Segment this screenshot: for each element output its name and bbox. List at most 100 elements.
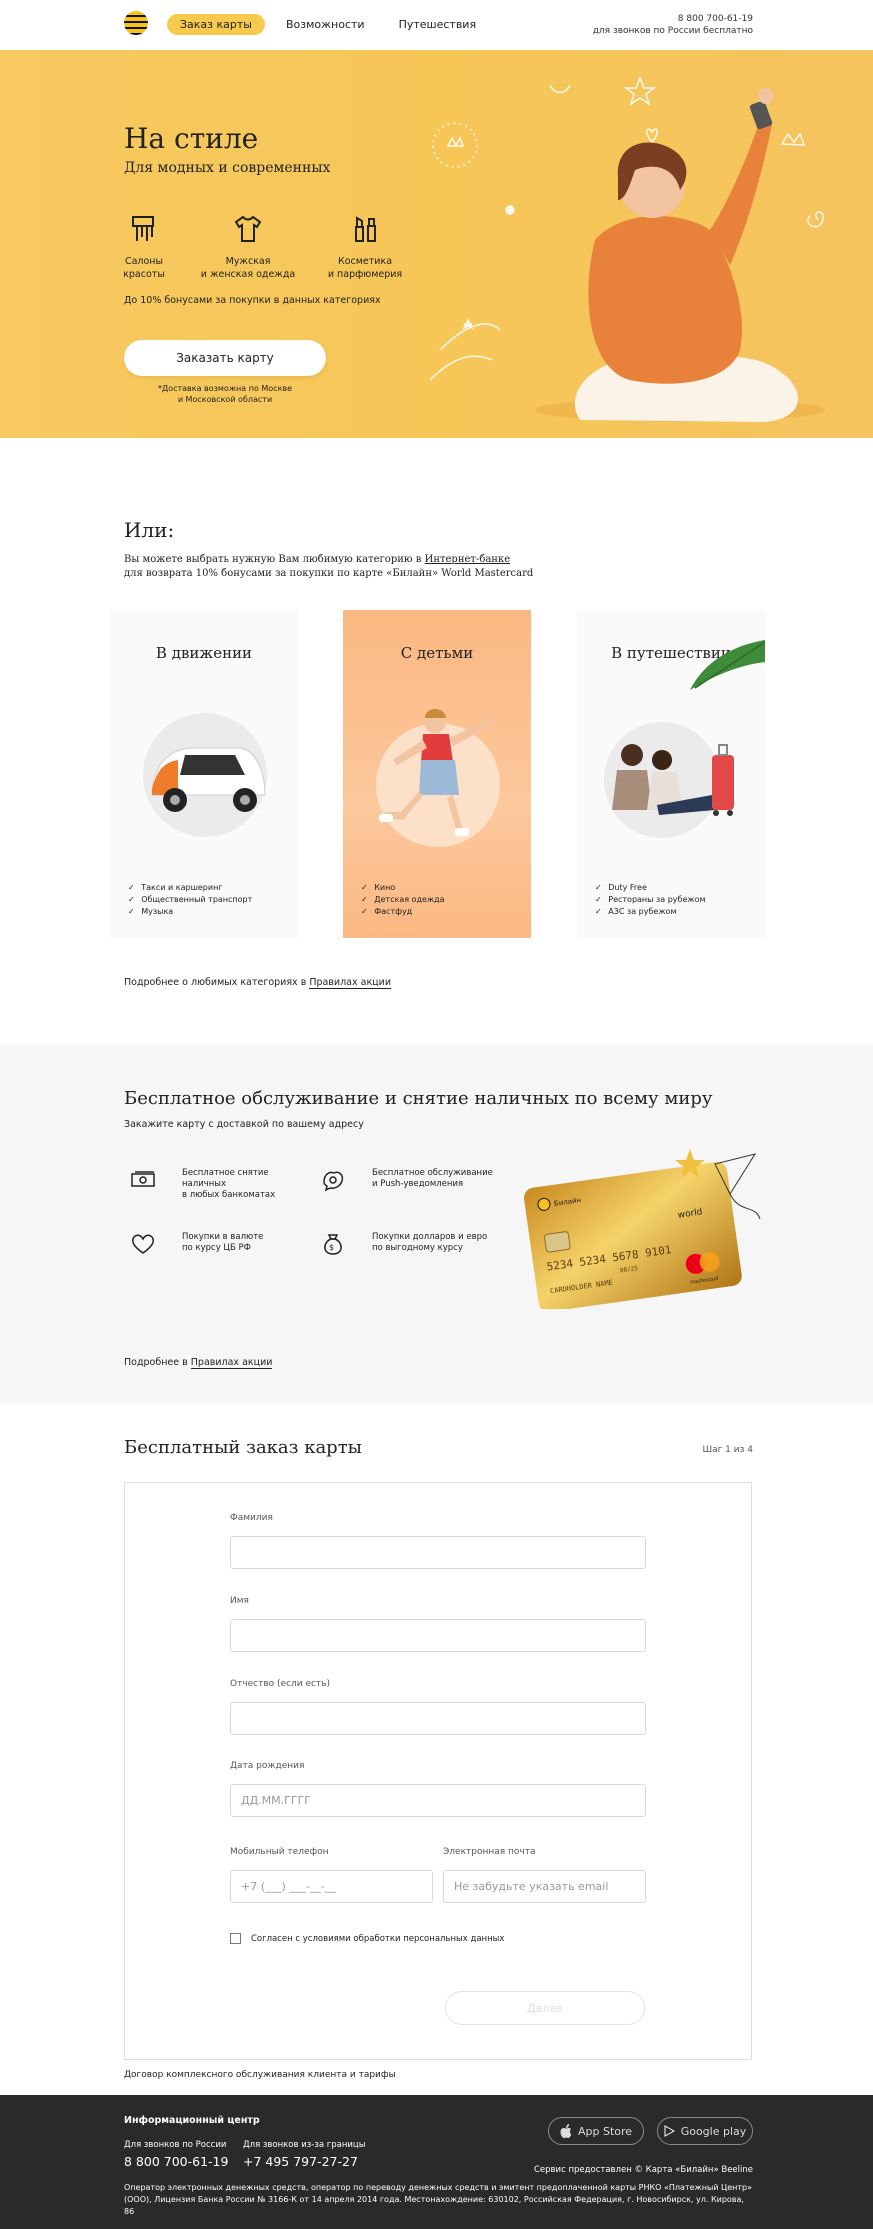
- comb-icon: [132, 216, 154, 241]
- tshirt-icon: [234, 215, 262, 242]
- feature-beauty-label: Салоны красоты: [123, 256, 165, 280]
- order-card-button[interactable]: Заказать карту: [124, 340, 326, 376]
- form-title: Бесплатный заказ карты: [124, 1437, 362, 1458]
- next-button[interactable]: Далее: [445, 1991, 645, 2025]
- hero-title: На стиле: [124, 122, 259, 155]
- service-section: Бесплатное обслуживание и снятие наличны…: [0, 1044, 873, 1404]
- form-step: Шаг 1 из 4: [702, 1445, 753, 1455]
- list-item: Общественный транспорт: [128, 894, 252, 906]
- service-subtitle: Закажите карту с доставкой по вашему адр…: [124, 1119, 364, 1130]
- or-title: Или:: [124, 518, 175, 542]
- lastname-input[interactable]: [230, 1536, 646, 1569]
- firstname-label: Имя: [230, 1596, 249, 1606]
- category-title: С детьми: [400, 644, 474, 662]
- mastercard-card-image: Билайн world 5234 5234 5678 9101 08/25 C…: [523, 1149, 761, 1309]
- list-item: Рестораны за рубежом: [595, 894, 705, 906]
- consent-row: Согласен с условиями обработки персональ…: [230, 1933, 504, 1944]
- internet-bank-link[interactable]: Интернет-банке: [425, 554, 511, 565]
- app-store-button[interactable]: App Store: [548, 2117, 644, 2145]
- hand-icon: [323, 1171, 344, 1192]
- apple-icon: [560, 2124, 572, 2138]
- legal-text: Оператор электронных денежных средств, о…: [124, 2183, 753, 2216]
- service-item-text: Покупки долларов и евро по выгодному кур…: [372, 1232, 488, 1253]
- service-item-text: Бесплатное обслуживание и Push-уведомлен…: [372, 1168, 493, 1189]
- money-bag-icon: $: [324, 1234, 342, 1255]
- patronymic-input[interactable]: [230, 1702, 646, 1735]
- feature-clothes-label: Мужская и женская одежда: [200, 256, 296, 280]
- delivery-note: *Доставка возможна по Москве и Московско…: [157, 384, 293, 404]
- play-icon: [664, 2125, 675, 2137]
- footer-russia-contact: Для звонков по России 8 800 700-61-19: [124, 2140, 228, 2169]
- footer-abroad-contact: Для звонков из-за границы +7 495 797-27-…: [243, 2140, 365, 2169]
- categories-more-text: Подробнее о любимых категориях в: [124, 977, 310, 988]
- service-item-text: Бесплатное снятие наличных в любых банко…: [182, 1168, 276, 1200]
- or-text-after: для возврата 10% бонусами за покупки по …: [124, 568, 534, 579]
- category-list: Duty Free Рестораны за рубежом АЗС за ру…: [595, 882, 706, 918]
- footer: Информационный центр Для звонков по Росс…: [0, 2095, 873, 2229]
- consent-label: Согласен с условиями обработки персональ…: [251, 1933, 505, 1944]
- firstname-input[interactable]: [230, 1619, 646, 1652]
- service-rules-note: Подробнее в Правилах акции: [124, 1357, 273, 1369]
- nav-order-card[interactable]: Заказ карты: [167, 14, 265, 35]
- feature-beauty: Салоны красоты: [89, 213, 199, 281]
- list-item: Фастфуд: [361, 906, 445, 918]
- footer-title: Информационный центр: [124, 2115, 260, 2126]
- category-card-travel[interactable]: В путешествии Duty Free Рестораны за руб…: [577, 610, 765, 938]
- list-item: Duty Free: [595, 882, 706, 894]
- list-item: Детская одежда: [361, 894, 444, 906]
- header-phone: 8 800 700-61-19 для звонков по России бе…: [593, 13, 753, 37]
- contract-link[interactable]: Договор комплексного обслуживания клиент…: [124, 2070, 396, 2080]
- or-text-before: Вы можете выбрать нужную Вам любимую кат…: [124, 554, 425, 565]
- category-card-kids[interactable]: С детьми Кино Детская одежда Фастфуд: [343, 610, 531, 938]
- russia-phone[interactable]: 8 800 700-61-19: [124, 2154, 228, 2169]
- main-nav: Заказ карты Возможности Путешествия: [167, 14, 489, 35]
- google-play-button[interactable]: Google play: [657, 2117, 753, 2145]
- lastname-label: Фамилия: [230, 1513, 273, 1523]
- hero-bonus-text: До 10% бонусами за покупки в данных кате…: [124, 295, 381, 306]
- couple-luggage-image: [604, 722, 734, 838]
- feature-cosmetics: Косметика и парфюмерия: [310, 213, 420, 281]
- service-provider: Сервис предоставлен © Карта «Билайн» Bee…: [533, 2165, 753, 2175]
- patronymic-label: Отчество (если есть): [230, 1679, 331, 1689]
- russia-phone-label: Для звонков по России: [124, 2140, 227, 2150]
- header-phone-number[interactable]: 8 800 700-61-19: [593, 13, 753, 25]
- email-input[interactable]: [443, 1870, 646, 1903]
- hero-subtitle: Для модных и современных: [124, 160, 331, 176]
- category-title: В движении: [155, 644, 253, 662]
- feature-cosmetics-label: Косметика и парфюмерия: [327, 256, 403, 280]
- rules-link[interactable]: Правилах акции: [309, 977, 391, 989]
- girl-jumping-image: [376, 709, 500, 847]
- phone-input[interactable]: [230, 1870, 433, 1903]
- svg-text:$: $: [329, 1243, 334, 1252]
- order-form: Фамилия Имя Отчество (если есть) Дата ро…: [124, 1482, 752, 2060]
- beeline-logo[interactable]: [124, 11, 148, 35]
- service-more-text: Подробнее в: [124, 1357, 191, 1368]
- cash-icon: [131, 1171, 155, 1187]
- category-card-moving[interactable]: В движении Такси и каршеринг Общественны…: [110, 610, 298, 938]
- category-list: Кино Детская одежда Фастфуд: [361, 882, 445, 918]
- consent-checkbox[interactable]: [230, 1933, 241, 1944]
- car-image: [143, 713, 267, 837]
- email-label: Электронная почта: [443, 1847, 536, 1857]
- abroad-phone[interactable]: +7 495 797-27-27: [243, 2154, 365, 2169]
- hero-woman-selfie-image: [430, 75, 825, 422]
- service-rules-link[interactable]: Правилах акции: [190, 1357, 273, 1369]
- nav-travel[interactable]: Путешествия: [386, 14, 490, 35]
- palm-leaf-image: [690, 640, 765, 690]
- cosmetics-icon: [355, 216, 376, 242]
- list-item: Такси и каршеринг: [128, 882, 252, 894]
- category-list: Такси и каршеринг Общественный транспорт…: [128, 882, 252, 918]
- list-item: Кино: [361, 882, 445, 894]
- nav-features[interactable]: Возможности: [273, 14, 378, 35]
- birthdate-label: Дата рождения: [230, 1761, 305, 1771]
- feature-clothes: Мужская и женская одежда: [193, 213, 303, 281]
- list-item: Музыка: [128, 906, 252, 918]
- or-description: Вы можете выбрать нужную Вам любимую кат…: [124, 553, 533, 581]
- service-item-text: Покупки в валюте по курсу ЦБ РФ: [182, 1232, 264, 1253]
- birthdate-input[interactable]: [230, 1784, 646, 1817]
- heart-icon: [131, 1234, 155, 1254]
- header: Заказ карты Возможности Путешествия 8 80…: [0, 0, 873, 50]
- abroad-phone-label: Для звонков из-за границы: [243, 2140, 366, 2150]
- phone-label: Мобильный телефон: [230, 1847, 329, 1857]
- service-title: Бесплатное обслуживание и снятие наличны…: [124, 1088, 713, 1109]
